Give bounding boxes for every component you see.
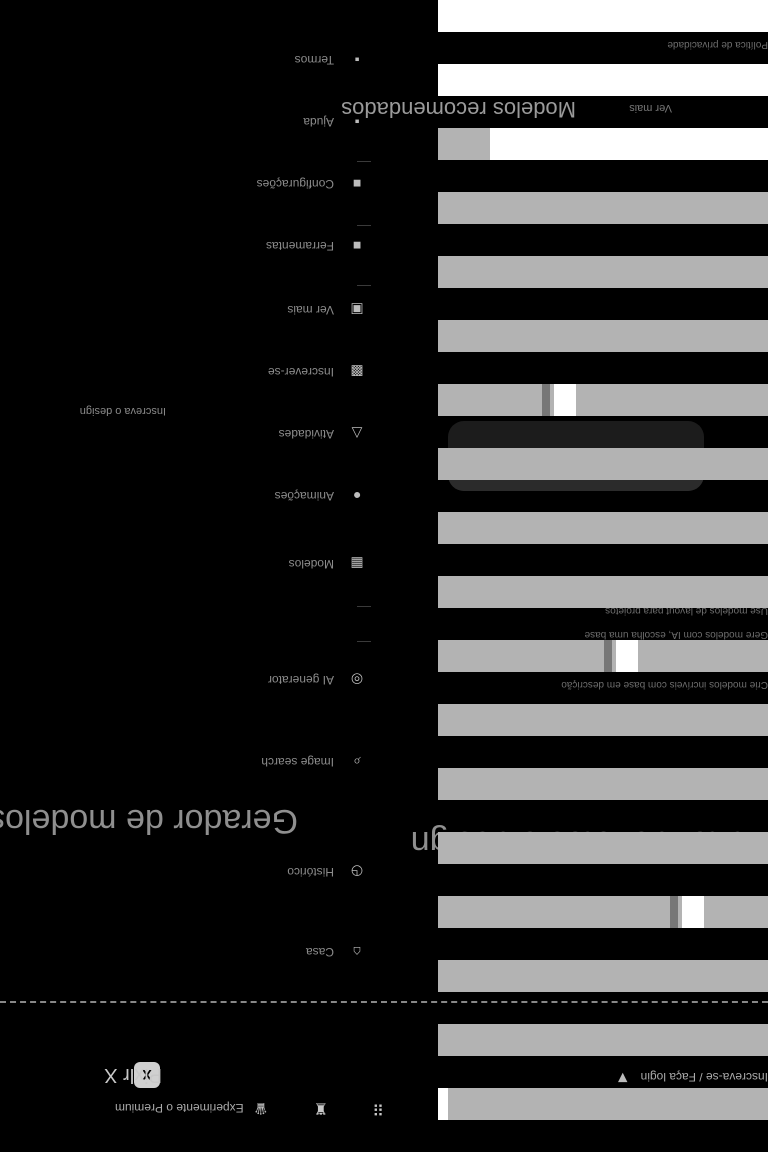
stripe (438, 384, 768, 416)
page-title: Gerador de modelos (0, 802, 298, 840)
stripe (438, 512, 768, 544)
ai-generator-icon: ◎ (350, 672, 364, 689)
stripe (438, 640, 768, 672)
sidebar-item-image-search[interactable]: ⌕ Image search (0, 748, 370, 776)
gift-icon[interactable]: ♜ (314, 1098, 328, 1118)
home-icon: ⌂ (352, 944, 362, 960)
upgrade-label: Experimente o Premium (114, 1101, 244, 1115)
stripe (438, 0, 768, 32)
stripe (438, 768, 768, 800)
sidebar-divider (357, 225, 371, 226)
stripe (438, 704, 768, 736)
sidebar-item-templates[interactable]: ▦ Modelos (0, 550, 370, 578)
stripe (438, 320, 768, 352)
sidebar-divider (357, 161, 371, 162)
image-search-icon: ⌕ (353, 754, 361, 771)
sidebar-item-terms[interactable]: ▪ Termos (0, 46, 370, 74)
sidebar-divider (357, 606, 371, 607)
tools-icon: ■ (352, 238, 362, 254)
stripe (438, 832, 768, 864)
upgrade-link[interactable]: ♛ Experimente o Premium (115, 1098, 268, 1118)
settings-icon: ■ (352, 176, 362, 192)
stripe (438, 448, 768, 480)
stripe (438, 192, 768, 224)
stripe (438, 1024, 768, 1056)
sidebar-item-more[interactable]: ▣ Ver mais (0, 296, 370, 324)
crown-icon: ♛ (253, 1099, 268, 1116)
more-icon: ▣ (350, 302, 364, 319)
terms-icon: ▪ (354, 52, 360, 68)
sidebar-item-tools[interactable]: ■ Ferramentas (0, 232, 370, 260)
sidebar-item-home[interactable]: ⌂ Casa (0, 938, 370, 966)
sidebar-divider (357, 285, 371, 286)
stripe (438, 960, 768, 992)
stripe (438, 896, 768, 928)
animation-icon: ● (352, 488, 362, 504)
stripe (438, 128, 768, 160)
sidebar-item-help[interactable]: ▪ Ajuda (0, 108, 370, 136)
stripe (438, 256, 768, 288)
grid-icon: ▩ (350, 364, 364, 381)
stripe (438, 1088, 768, 1120)
activity-icon: △ (351, 426, 363, 443)
sidebar-item-history[interactable]: ◷ Histórico (0, 858, 370, 886)
sidebar-item-grid[interactable]: ▩ Inscrever-se (0, 358, 370, 386)
sidebar-section-label: Inscreva o design (79, 405, 166, 417)
sidebar-divider (357, 641, 371, 642)
preview-stripes (438, 0, 768, 1152)
stripe (438, 64, 768, 96)
templates-icon: ▦ (350, 556, 364, 573)
stripe (438, 576, 768, 608)
sidebar-item-settings[interactable]: ■ Configurações (0, 170, 370, 198)
sidebar-item-activity[interactable]: △ Atividades (0, 420, 370, 448)
sidebar-item-ai-generator[interactable]: ◎ AI generator (0, 666, 370, 694)
history-icon: ◷ (350, 864, 364, 881)
sidebar-item-animation[interactable]: ● Animações (0, 482, 370, 510)
app-title: Pixlr X (104, 1064, 162, 1086)
apps-icon[interactable]: ⠿ (372, 1098, 384, 1118)
